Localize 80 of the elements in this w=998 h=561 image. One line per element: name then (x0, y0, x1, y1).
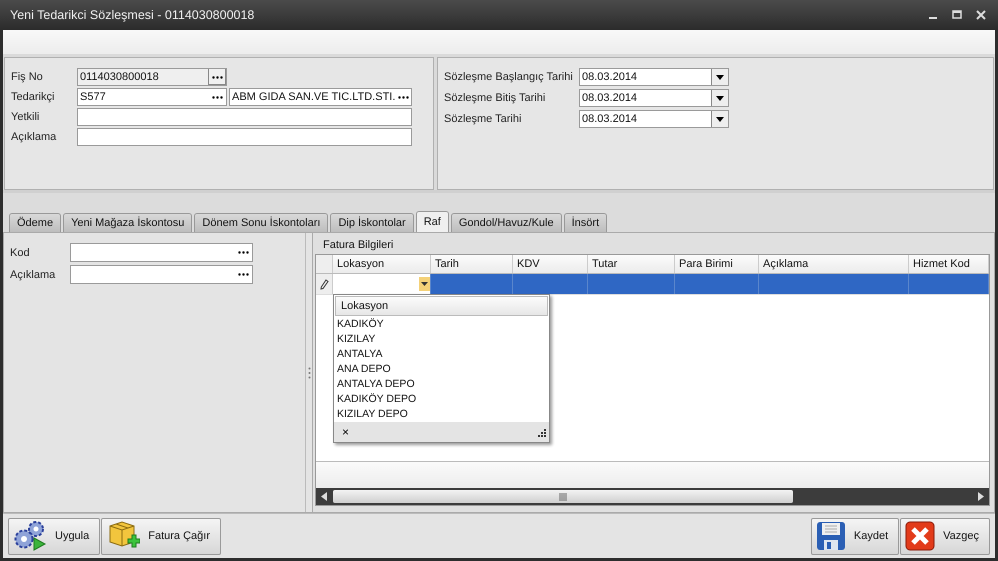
tab[interactable]: Raf (416, 211, 449, 232)
lookup-field[interactable]: S577 (77, 88, 227, 106)
grid-cell[interactable] (675, 274, 759, 294)
pencil-icon (320, 278, 328, 290)
lookup-field[interactable]: ABM GIDA SAN.VE TIC.LTD.STI. (229, 88, 412, 106)
lookup-field[interactable] (70, 243, 253, 262)
caret-icon (421, 282, 428, 286)
list-header: Lokasyon (335, 296, 548, 316)
ellipsis-icon (238, 251, 249, 254)
scroll-left-icon[interactable] (321, 492, 327, 501)
grid-cell[interactable] (909, 274, 989, 294)
column-header[interactable]: Lokasyon (333, 255, 431, 273)
horizontal-scrollbar[interactable] (316, 488, 989, 505)
lookup-field[interactable] (70, 265, 253, 284)
list-item[interactable]: KADIKÖY (334, 317, 549, 332)
cancel-icon (905, 521, 936, 551)
column-header[interactable]: Açıklama (759, 255, 909, 273)
gears-icon (13, 520, 47, 552)
list-item[interactable]: ANA DEPO (334, 362, 549, 377)
scroll-right-icon[interactable] (978, 492, 984, 501)
ellipsis-button[interactable] (208, 69, 226, 85)
column-header[interactable]: KDV (513, 255, 588, 273)
tab[interactable]: Ödeme (9, 213, 62, 232)
field-label: Sözleşme Başlangıç Tarihi (444, 71, 574, 83)
tab[interactable]: Dip İskontolar (330, 213, 414, 232)
field-label: Fiş No (11, 71, 44, 83)
date-field[interactable]: 08.03.2014 (579, 110, 729, 128)
ellipsis-icon (212, 76, 223, 78)
caret-icon (716, 116, 724, 122)
ellipsis-icon (212, 96, 223, 98)
scroll-thumb[interactable] (333, 490, 793, 503)
field-label: Kod (10, 246, 31, 258)
list-item[interactable]: KADIKÖY DEPO (334, 392, 549, 407)
list-item[interactable]: ANTALYA (334, 347, 549, 362)
dropdown-button[interactable] (711, 90, 728, 106)
dropdown-button[interactable] (711, 69, 728, 85)
grid-cell[interactable] (431, 274, 513, 294)
column-header[interactable]: Hizmet Kod (909, 255, 989, 273)
column-header[interactable]: Tarih (431, 255, 513, 273)
field-label: Açıklama (10, 268, 56, 280)
tab[interactable]: İnsört (564, 213, 608, 232)
caret-icon (716, 74, 724, 80)
list-item[interactable]: ANTALYA DEPO (334, 377, 549, 392)
apply-button[interactable]: Uygula (8, 518, 100, 554)
close-button[interactable]: × (340, 425, 352, 439)
date-field[interactable]: 08.03.2014 (579, 68, 729, 86)
caret-icon (716, 96, 724, 100)
grid-cell[interactable] (513, 274, 588, 294)
call-invoice-button[interactable]: Fatura Çağır (101, 518, 221, 554)
text-field[interactable] (77, 128, 412, 146)
column-header[interactable]: Para Birimi (675, 255, 759, 273)
tab[interactable]: Gondol/Havuz/Kule (450, 213, 562, 232)
column-header[interactable]: Tutar (588, 255, 675, 273)
field-label: Açıklama (11, 131, 58, 143)
tab[interactable]: Dönem Sonu İskontoları (194, 213, 328, 232)
window-title: Yeni Tedarikci Sözleşmesi - 0114030800018 (10, 8, 254, 22)
field-label: Sözleşme Tarihi (444, 113, 522, 125)
splitter-handle-icon[interactable] (308, 366, 311, 378)
text-field[interactable] (77, 108, 412, 126)
field-label: Sözleşme Bitiş Tarihi (444, 92, 546, 104)
corner-cell (316, 255, 333, 273)
save-button[interactable]: Kaydet (810, 518, 900, 554)
date-field[interactable]: 08.03.2014 (579, 89, 729, 107)
field-label: Yetkili (11, 111, 40, 123)
ellipsis-icon (398, 96, 409, 98)
tab[interactable]: Yeni Mağaza İskontosu (63, 213, 192, 232)
grid-row[interactable] (316, 274, 989, 295)
field-label: Tedarikçi (11, 91, 56, 103)
grid-cell[interactable] (588, 274, 675, 294)
close-icon[interactable] (976, 10, 986, 20)
group-title: Fatura Bilgileri (323, 239, 394, 251)
cancel-button[interactable]: Vazgeç (900, 518, 990, 554)
ellipsis-icon (238, 273, 249, 276)
dropdown-button[interactable] (711, 111, 728, 127)
grid-cell[interactable] (759, 274, 909, 294)
list-item[interactable]: KIZILAY DEPO (334, 407, 549, 422)
resize-grip-icon[interactable] (537, 428, 546, 436)
lookup-field[interactable]: 0114030800018 (77, 68, 227, 86)
maximize-icon[interactable] (952, 10, 962, 20)
list-item[interactable]: KIZILAY (334, 332, 549, 347)
